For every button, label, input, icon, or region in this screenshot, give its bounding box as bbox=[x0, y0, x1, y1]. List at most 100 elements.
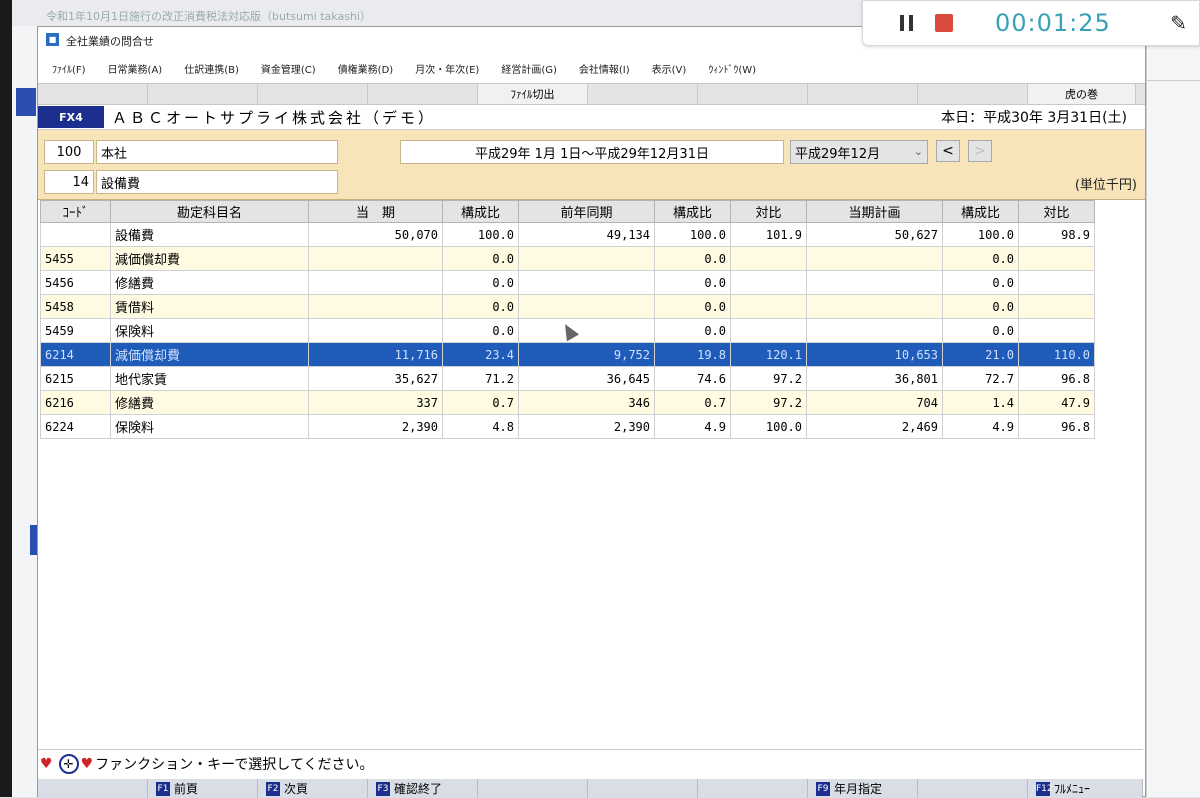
stop-icon[interactable] bbox=[935, 14, 953, 32]
cell-name: 地代家賃 bbox=[110, 366, 309, 391]
cell-plan bbox=[806, 246, 943, 271]
cell-cmp1 bbox=[730, 318, 807, 343]
col-ratio-1[interactable]: 構成比 bbox=[442, 200, 519, 223]
cell-r2: 0.0 bbox=[654, 246, 731, 271]
cell-code: 5459 bbox=[40, 318, 111, 343]
background-accent bbox=[16, 88, 36, 116]
fkey-slot[interactable] bbox=[698, 779, 808, 798]
file-output-button[interactable]: ﾌｧｲﾙ切出 bbox=[478, 84, 588, 104]
toolbar-slot[interactable] bbox=[808, 84, 918, 104]
prev-period-button[interactable]: < bbox=[936, 140, 960, 162]
next-period-button[interactable]: > bbox=[968, 140, 992, 162]
cell-r3: 0.0 bbox=[942, 294, 1019, 319]
table-row[interactable]: 6215 地代家賃 35,627 71.2 36,645 74.6 97.2 36,801 72… bbox=[40, 366, 1095, 391]
cell-name: 修繕費 bbox=[110, 390, 309, 415]
menu-window[interactable]: ｳｨﾝﾄﾞｳ(W) bbox=[708, 61, 756, 76]
toolbar-slot[interactable] bbox=[588, 84, 698, 104]
table-row[interactable]: 5455 減価償却費 0.0 0.0 0.0 bbox=[40, 246, 1095, 271]
cell-r3: 4.9 bbox=[942, 414, 1019, 439]
inquiry-window: ■ 全社業績の問合せ ﾌｧｲﾙ(F) 日常業務(A) 仕訳連携(B) 資金管理(… bbox=[37, 26, 1146, 798]
f1-icon: F1 bbox=[156, 781, 170, 796]
pen-icon[interactable]: ✎ bbox=[1170, 11, 1187, 35]
dept-code-field[interactable]: 100 bbox=[44, 140, 94, 164]
toolbar-slot[interactable] bbox=[368, 84, 478, 104]
cell-plan bbox=[806, 318, 943, 343]
background-right-pane bbox=[1146, 45, 1200, 797]
category-code-field[interactable]: 14 bbox=[44, 170, 94, 194]
toolbar-slot[interactable] bbox=[698, 84, 808, 104]
menu-funds[interactable]: 資金管理(C) bbox=[261, 61, 316, 76]
fkey-label: 前頁 bbox=[174, 782, 199, 796]
cell-plan bbox=[806, 270, 943, 295]
category-name-field[interactable]: 設備費 bbox=[96, 170, 338, 194]
tora-button[interactable]: 虎の巻 bbox=[1028, 84, 1136, 104]
col-ratio-3[interactable]: 構成比 bbox=[942, 200, 1019, 223]
col-current[interactable]: 当 期 bbox=[308, 200, 443, 223]
table-row[interactable]: 5456 修繕費 0.0 0.0 0.0 bbox=[40, 270, 1095, 295]
cell-name: 保険料 bbox=[110, 414, 309, 439]
table-row[interactable]: 設備費 50,070 100.0 49,134 100.0 101.9 50,627 100.… bbox=[40, 222, 1095, 247]
f9-icon: F9 bbox=[816, 781, 830, 796]
menu-view[interactable]: 表示(V) bbox=[652, 61, 687, 76]
period-dropdown[interactable]: 平成29年12月 ⌄ bbox=[790, 140, 928, 164]
toolbar-slot[interactable] bbox=[148, 84, 258, 104]
fkey-prev-page[interactable]: F1 前頁 bbox=[148, 779, 258, 798]
menu-journal[interactable]: 仕訳連携(B) bbox=[184, 61, 239, 76]
toolbar-slot[interactable] bbox=[38, 84, 148, 104]
fkey-slot[interactable] bbox=[588, 779, 698, 798]
menu-file[interactable]: ﾌｧｲﾙ(F) bbox=[52, 61, 86, 76]
cell-r3: 0.0 bbox=[942, 270, 1019, 295]
fkey-full-menu[interactable]: F12 ﾌﾙﾒﾆｭｰ bbox=[1028, 779, 1143, 798]
cell-r2: 0.0 bbox=[654, 294, 731, 319]
col-account-name[interactable]: 勘定科目名 bbox=[110, 200, 309, 223]
cell-name: 減価償却費 bbox=[110, 342, 309, 367]
fkey-confirm-end[interactable]: F3 確認終了 bbox=[368, 779, 478, 798]
today-date: 本日：平成30年 3月31日(土) bbox=[941, 110, 1127, 126]
cell-r1: 4.8 bbox=[442, 414, 519, 439]
table-row[interactable]: 6216 修繕費 337 0.7 346 0.7 97.2 704 1.4 47.9 bbox=[40, 390, 1095, 415]
cell-prev bbox=[518, 246, 655, 271]
date-range-field: 平成29年 1月 1日～平成29年12月31日 bbox=[400, 140, 784, 164]
dept-name-field[interactable]: 本社 bbox=[96, 140, 338, 164]
menu-company[interactable]: 会社情報(I) bbox=[579, 61, 630, 76]
cell-cmp1: 101.9 bbox=[730, 222, 807, 247]
col-compare-1[interactable]: 対比 bbox=[730, 200, 807, 223]
fkey-label: 確認終了 bbox=[394, 782, 443, 796]
fkey-slot[interactable] bbox=[918, 779, 1028, 798]
col-prior-year[interactable]: 前年同期 bbox=[518, 200, 655, 223]
cell-r3: 72.7 bbox=[942, 366, 1019, 391]
unit-label: (単位千円) bbox=[1074, 178, 1137, 193]
cell-cmp2: 98.9 bbox=[1018, 222, 1095, 247]
col-code[interactable]: ｺｰﾄﾞ bbox=[40, 200, 111, 223]
table-row[interactable]: 6214 減価償却費 11,716 23.4 9,752 19.8 120.1 10,653 2… bbox=[40, 342, 1095, 367]
toolbar-slot[interactable] bbox=[258, 84, 368, 104]
fkey-slot[interactable] bbox=[38, 779, 148, 798]
cell-prev bbox=[518, 270, 655, 295]
toolbar-slot[interactable] bbox=[918, 84, 1028, 104]
cell-r1: 0.0 bbox=[442, 246, 519, 271]
pause-icon[interactable] bbox=[900, 15, 914, 31]
col-compare-2[interactable]: 対比 bbox=[1018, 200, 1095, 223]
table-row[interactable]: 5458 賃借料 0.0 0.0 0.0 bbox=[40, 294, 1095, 319]
table-row[interactable]: 6224 保険料 2,390 4.8 2,390 4.9 100.0 2,469 4.9 96.8 bbox=[40, 414, 1095, 439]
table-header: ｺｰﾄﾞ 勘定科目名 当 期 構成比 前年同期 構成比 対比 当期計画 構成比 … bbox=[40, 200, 1095, 223]
cell-r2: 19.8 bbox=[654, 342, 731, 367]
crosshair-icon[interactable]: ✛ bbox=[58, 753, 79, 774]
col-plan[interactable]: 当期計画 bbox=[806, 200, 943, 223]
cell-code: 6224 bbox=[40, 414, 111, 439]
fkey-label: ﾌﾙﾒﾆｭｰ bbox=[1054, 782, 1091, 796]
cell-r2: 100.0 bbox=[654, 222, 731, 247]
background-window-title: 令和1年10月1日施行の改正消費税法対応版（butsumi takashi） bbox=[12, 0, 912, 26]
cell-cmp1: 97.2 bbox=[730, 390, 807, 415]
fkey-slot[interactable] bbox=[478, 779, 588, 798]
fkey-next-page[interactable]: F2 次頁 bbox=[258, 779, 368, 798]
menu-receivables[interactable]: 債権業務(D) bbox=[338, 61, 394, 76]
menu-monthly[interactable]: 月次・年次(E) bbox=[415, 61, 479, 76]
col-ratio-2[interactable]: 構成比 bbox=[654, 200, 731, 223]
heart-icon: ♥ bbox=[80, 755, 94, 772]
menu-daily[interactable]: 日常業務(A) bbox=[108, 61, 163, 76]
menu-planning[interactable]: 経営計画(G) bbox=[501, 61, 557, 76]
cell-cmp2: 96.8 bbox=[1018, 414, 1095, 439]
fkey-year-month[interactable]: F9 年月指定 bbox=[808, 779, 918, 798]
screen-recorder-widget: 00:01:25 ✎ bbox=[862, 0, 1200, 46]
